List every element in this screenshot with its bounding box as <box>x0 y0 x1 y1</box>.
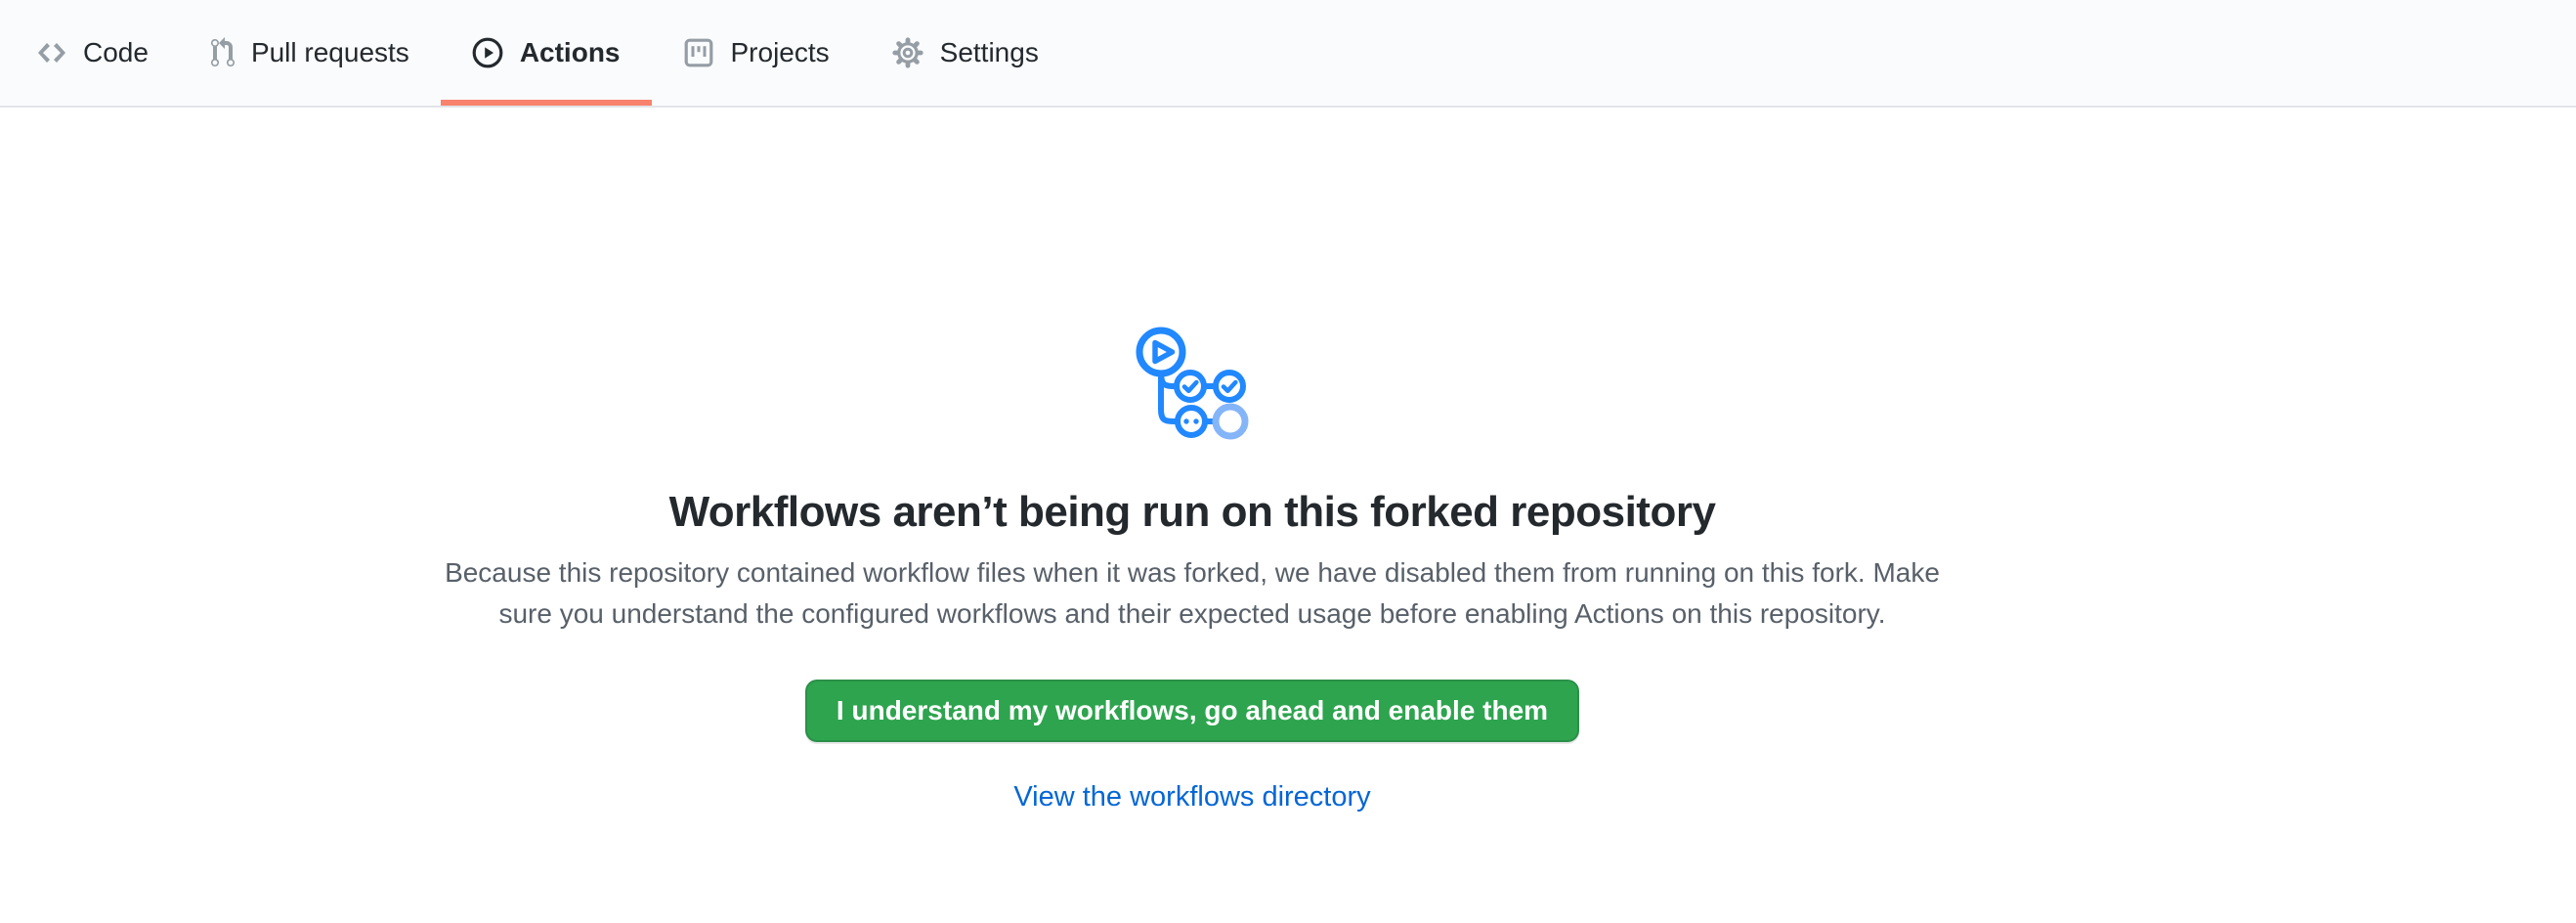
tab-actions-label: Actions <box>520 39 621 66</box>
enable-workflows-button[interactable]: I understand my workflows, go ahead and … <box>805 680 1579 742</box>
tab-settings[interactable]: Settings <box>861 0 1070 106</box>
description-line-2: sure you understand the configured workf… <box>445 593 1940 635</box>
tab-code-label: Code <box>83 39 149 66</box>
gear-icon <box>892 37 923 68</box>
tab-actions[interactable]: Actions <box>441 0 652 106</box>
description-line-1: Because this repository contained workfl… <box>445 552 1940 593</box>
tab-pull-requests[interactable]: Pull requests <box>180 0 441 106</box>
code-icon <box>37 37 66 68</box>
description: Because this repository contained workfl… <box>445 552 1940 635</box>
tab-projects[interactable]: Projects <box>652 0 861 106</box>
play-icon <box>472 37 503 68</box>
view-workflows-directory-link[interactable]: View the workflows directory <box>1013 781 1370 813</box>
tab-projects-label: Projects <box>731 39 830 66</box>
actions-blankslate: Workflows aren’t being run on this forke… <box>0 108 2384 813</box>
workflow-graph-icon <box>1136 327 1249 440</box>
repo-tab-nav: Code Pull requests Actions Proje <box>0 0 2576 108</box>
project-icon <box>683 37 714 68</box>
tab-settings-label: Settings <box>940 39 1039 66</box>
tab-code[interactable]: Code <box>6 0 180 106</box>
tab-pull-requests-label: Pull requests <box>251 39 409 66</box>
page-title: Workflows aren’t being run on this forke… <box>669 485 1716 539</box>
pull-request-icon <box>211 37 235 68</box>
